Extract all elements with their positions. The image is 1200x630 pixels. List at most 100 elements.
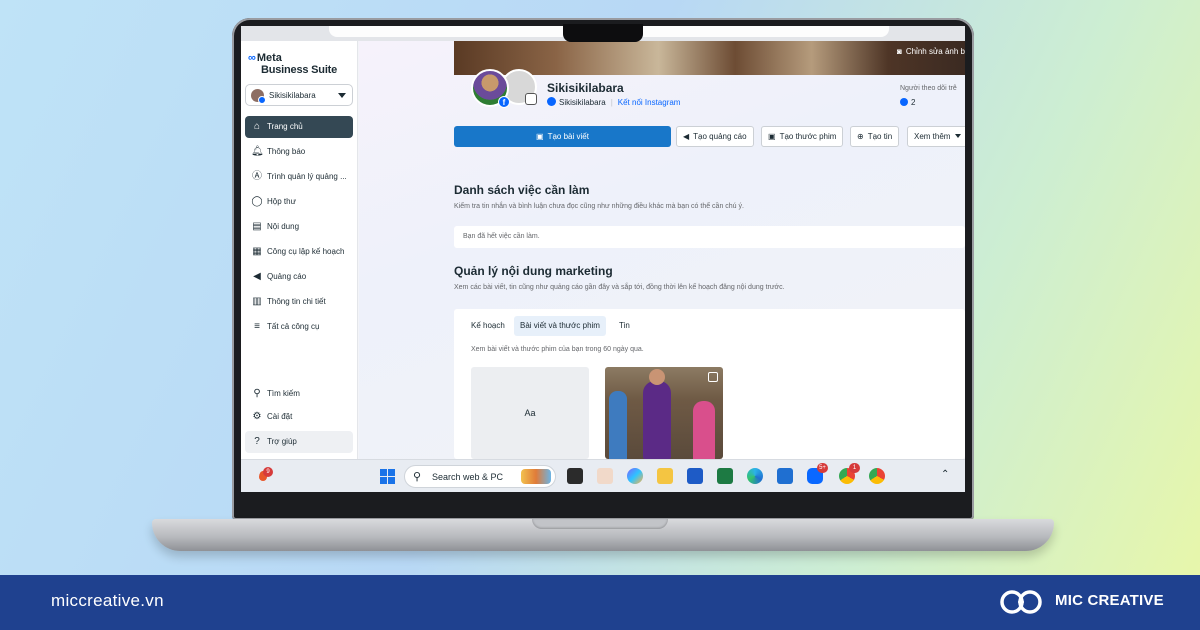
taskbar: 9 ⚲ Search web & PC 5+ 1 ⌃ [241, 459, 965, 492]
sidebar-item-notifications[interactable]: 🔔︎ Thông báo [245, 141, 353, 163]
photo-post-tile[interactable] [605, 367, 723, 459]
task-view-icon[interactable] [567, 468, 583, 484]
edit-cover-button[interactable]: ◙ Chỉnh sửa ảnh b [897, 47, 965, 56]
create-post-button[interactable]: ▣ Tạo bài viết [454, 126, 671, 147]
sidebar-item-settings[interactable]: ⚙ Cài đặt [245, 406, 353, 428]
windows-logo-pane [380, 469, 387, 476]
more-button[interactable]: Xem thêm [907, 126, 965, 147]
megaphone-icon: ◀ [253, 271, 261, 282]
create-ad-button[interactable]: ◀ Tạo quảng cáo [676, 126, 754, 147]
todo-title: Danh sách việc cần làm [454, 183, 590, 197]
followers-count-value: 2 [911, 98, 916, 107]
create-reel-button[interactable]: ▣ Tạo thước phim [761, 126, 844, 147]
photo-person [693, 401, 715, 459]
ads-manager-icon: Ⓐ [252, 171, 262, 182]
more-label: Xem thêm [914, 132, 951, 141]
tab-posts-reels[interactable]: Bài viết và thước phim [514, 316, 606, 336]
text-post-tile[interactable]: Aa [471, 367, 589, 459]
meta-logo[interactable]: ∞Meta [248, 52, 282, 64]
inbox-icon: ◯ [251, 196, 263, 207]
account-avatar [251, 89, 266, 104]
chevron-up-icon[interactable]: ⌃ [941, 469, 949, 480]
sidebar-item-label: Thông báo [267, 147, 306, 156]
photo-person [643, 381, 671, 459]
account-selector[interactable]: Sikisikilabara [245, 84, 353, 106]
sidebar-item-ads-manager[interactable]: Ⓐ Trình quản lý quảng ... [245, 166, 353, 188]
todo-empty-box: Bạn đã hết việc cần làm. [454, 226, 965, 248]
excel-icon[interactable] [717, 468, 733, 484]
logo-meta-text: Meta [256, 52, 282, 64]
copilot-icon[interactable] [627, 468, 643, 484]
edge-icon[interactable] [747, 468, 763, 484]
story-icon: ⊕ [857, 132, 864, 141]
facebook-icon [900, 98, 908, 106]
weather-widget[interactable]: 9 [257, 467, 273, 483]
tab-plan[interactable]: Kế hoạch [465, 316, 511, 336]
sidebar-item-help[interactable]: ? Trợ giúp [245, 431, 353, 453]
divider: | [610, 98, 613, 107]
tab-stories[interactable]: Tin [613, 316, 636, 336]
create-reel-label: Tạo thước phim [779, 132, 837, 141]
gear-icon: ⚙ [252, 411, 262, 422]
sidebar-item-label: Tất cả công cụ [267, 322, 320, 331]
search-placeholder: Search web & PC [432, 472, 504, 482]
sidebar-item-content[interactable]: ▤ Nội dung [245, 216, 353, 238]
followers-count: 2 [900, 98, 915, 107]
page-avatar[interactable]: f [471, 69, 510, 108]
windows-logo-pane [388, 477, 395, 484]
start-button[interactable] [380, 469, 395, 484]
sidebar-item-label: Hộp thư [267, 197, 296, 206]
facebook-icon [547, 97, 556, 106]
sidebar-item-ads[interactable]: ◀ Quảng cáo [245, 266, 353, 288]
sidebar-item-search[interactable]: ⚲ Tìm kiếm [245, 383, 353, 405]
connect-instagram-link[interactable]: Kết nối Instagram [618, 98, 681, 107]
windows-logo-pane [380, 477, 387, 484]
todo-description: Kiểm tra tin nhắn và bình luận chưa đọc … [454, 203, 744, 210]
bird-app-icon[interactable] [777, 468, 793, 484]
camera-icon: ◙ [896, 47, 902, 56]
sidebar-item-label: Tìm kiếm [267, 389, 300, 398]
taskbar-search[interactable]: ⚲ Search web & PC [404, 465, 556, 488]
bell-icon: 🔔︎ [251, 146, 264, 157]
page-title: Sikisikilabara [547, 81, 624, 95]
sidebar-item-insights[interactable]: ▥ Thông tin chi tiết [245, 291, 353, 313]
instagram-icon [525, 93, 537, 105]
card-description: Xem bài viết và thước phim của bạn trong… [471, 346, 644, 353]
facebook-account-name: Sikisikilabara [559, 98, 606, 107]
photo-person-head [649, 369, 665, 385]
sidebar-item-all-tools[interactable]: ≡ Tất cả công cụ [245, 316, 353, 338]
edit-cover-label: Chỉnh sửa ảnh b [905, 47, 965, 56]
create-post-label: Tạo bài viết [547, 132, 589, 141]
create-story-label: Tạo tin [867, 132, 893, 141]
sidebar-item-planner[interactable]: ▦ Công cụ lập kế hoạch [245, 241, 353, 263]
sidebar-item-label: Công cụ lập kế hoạch [267, 247, 345, 256]
windows-logo-pane [388, 469, 395, 476]
laptop-screen: ∞Meta Business Suite Sikisikilabara ⌂ Tr… [241, 26, 965, 492]
word-icon[interactable] [687, 468, 703, 484]
file-explorer-icon[interactable] [657, 468, 673, 484]
marketing-description: Xem các bài viết, tin cũng như quảng cáo… [454, 284, 785, 291]
home-icon: ⌂ [253, 121, 261, 132]
calendar-icon: ▦ [252, 246, 262, 257]
multi-photo-icon [708, 372, 718, 382]
laptop-base-groove [532, 519, 668, 529]
chevron-down-icon [955, 134, 962, 138]
sidebar-item-home[interactable]: ⌂ Trang chủ [245, 116, 353, 138]
sidebar: ∞Meta Business Suite Sikisikilabara ⌂ Tr… [241, 41, 358, 459]
sidebar-item-label: Thông tin chi tiết [267, 297, 326, 306]
create-ad-label: Tạo quảng cáo [693, 132, 747, 141]
mic-creative-logo-icon [1000, 590, 1042, 614]
content-card: Kế hoạch Bài viết và thước phim Tin Xem … [454, 309, 965, 459]
create-story-button[interactable]: ⊕ Tạo tin [850, 126, 900, 147]
zalo-badge: 5+ [817, 463, 828, 473]
sidebar-item-label: Nội dung [267, 222, 300, 231]
reel-icon: ▣ [768, 132, 776, 141]
sidebar-item-inbox[interactable]: ◯ Hộp thư [245, 191, 353, 213]
app-icon[interactable] [597, 468, 613, 484]
chrome-profile-icon[interactable] [869, 468, 885, 484]
followers-label: Người theo dõi trê [900, 85, 957, 92]
megaphone-icon: ◀ [683, 132, 690, 141]
footer-site[interactable]: miccreative.vn [51, 591, 164, 611]
page-accounts: Sikisikilabara | Kết nối Instagram [547, 97, 680, 107]
marketing-title: Quản lý nội dung marketing [454, 264, 613, 278]
